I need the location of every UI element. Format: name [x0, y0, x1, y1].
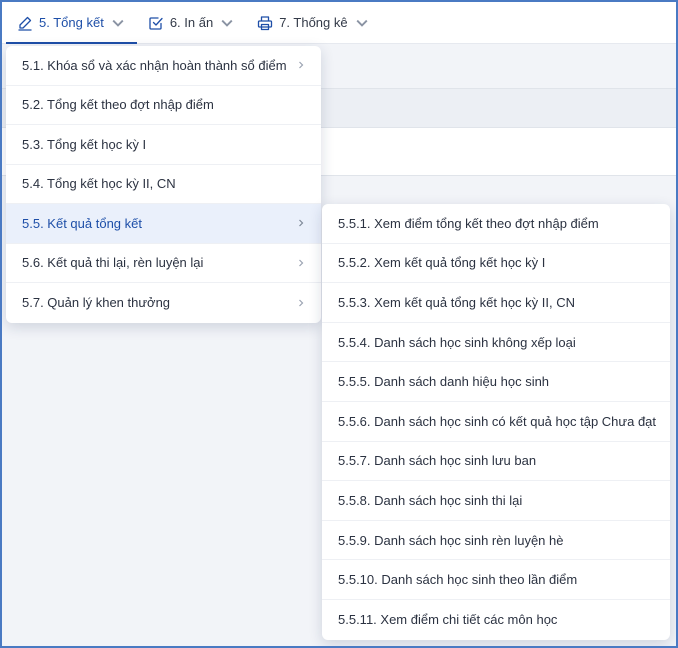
chevron-right-icon: [299, 259, 304, 267]
submenu-item-5-5-1[interactable]: 5.5.1. Xem điểm tổng kết theo đợt nhập đ…: [322, 204, 670, 244]
submenu-item-5-5-5[interactable]: 5.5.5. Danh sách danh hiệu học sinh: [322, 362, 670, 402]
submenu-item-5-5-7[interactable]: 5.5.7. Danh sách học sinh lưu ban: [322, 442, 670, 482]
menu-item-label: 5.5. Kết quả tổng kết: [22, 215, 142, 231]
menu-item-label: 5.7. Quản lý khen thưởng: [22, 295, 171, 311]
app-frame: 5. Tổng kết 6. In ấn 7. Thống kê 5.1. Kh…: [0, 0, 678, 648]
submenu-ket-qua-tong-ket: 5.5.1. Xem điểm tổng kết theo đợt nhập đ…: [322, 204, 670, 640]
menu-item-label: 5.2. Tổng kết theo đợt nhập điểm: [22, 97, 214, 113]
tab-label: 6. In ấn: [169, 15, 214, 30]
menu-item-label: 5.6. Kết quả thi lại, rèn luyện lại: [22, 255, 204, 271]
pencil-icon: [17, 15, 33, 31]
menu-item-5-4[interactable]: 5.4. Tổng kết học kỳ II, CN: [6, 165, 321, 204]
submenu-item-5-5-2[interactable]: 5.5.2. Xem kết quả tổng kết học kỳ I: [322, 244, 670, 284]
menu-item-5-7[interactable]: 5.7. Quản lý khen thưởng: [6, 283, 321, 323]
chevron-down-icon: [110, 15, 126, 31]
submenu-item-5-5-4[interactable]: 5.5.4. Danh sách học sinh không xếp loại: [322, 323, 670, 363]
chevron-down-icon: [354, 15, 370, 31]
chevron-right-icon: [299, 61, 304, 69]
top-navigation: 5. Tổng kết 6. In ấn 7. Thống kê: [2, 2, 676, 44]
menu-item-label: 5.4. Tổng kết học kỳ II, CN: [22, 176, 176, 192]
chevron-down-icon: [219, 15, 235, 31]
chevron-right-icon: [299, 299, 304, 307]
submenu-item-5-5-3[interactable]: 5.5.3. Xem kết quả tổng kết học kỳ II, C…: [322, 283, 670, 323]
menu-item-label: 5.1. Khóa sổ và xác nhận hoàn thành sổ đ…: [22, 57, 287, 73]
menu-item-5-1[interactable]: 5.1. Khóa sổ và xác nhận hoàn thành sổ đ…: [6, 46, 321, 86]
menu-item-5-5[interactable]: 5.5. Kết quả tổng kết: [6, 204, 321, 244]
submenu-item-5-5-11[interactable]: 5.5.11. Xem điểm chi tiết các môn học: [322, 600, 670, 640]
dropdown-menu-tong-ket: 5.1. Khóa sổ và xác nhận hoàn thành sổ đ…: [6, 46, 321, 323]
menu-item-5-3[interactable]: 5.3. Tổng kết học kỳ I: [6, 125, 321, 165]
printer-icon: [257, 15, 273, 31]
menu-item-label: 5.3. Tổng kết học kỳ I: [22, 136, 147, 152]
checkbox-icon: [148, 15, 164, 31]
submenu-item-5-5-9[interactable]: 5.5.9. Danh sách học sinh rèn luyện hè: [322, 521, 670, 561]
chevron-right-icon: [299, 219, 304, 227]
submenu-item-5-5-6[interactable]: 5.5.6. Danh sách học sinh có kết quả học…: [322, 402, 670, 442]
tab-tong-ket[interactable]: 5. Tổng kết: [6, 2, 137, 44]
submenu-item-5-5-8[interactable]: 5.5.8. Danh sách học sinh thi lại: [322, 481, 670, 521]
menu-item-5-2[interactable]: 5.2. Tổng kết theo đợt nhập điểm: [6, 86, 321, 125]
tab-label: 5. Tổng kết: [39, 15, 104, 30]
submenu-item-5-5-10[interactable]: 5.5.10. Danh sách học sinh theo lần điểm: [322, 560, 670, 600]
tab-in-an[interactable]: 6. In ấn: [137, 2, 246, 43]
tab-label: 7. Thống kê: [279, 15, 348, 30]
menu-item-5-6[interactable]: 5.6. Kết quả thi lại, rèn luyện lại: [6, 244, 321, 283]
tab-thong-ke[interactable]: 7. Thống kê: [246, 2, 380, 43]
